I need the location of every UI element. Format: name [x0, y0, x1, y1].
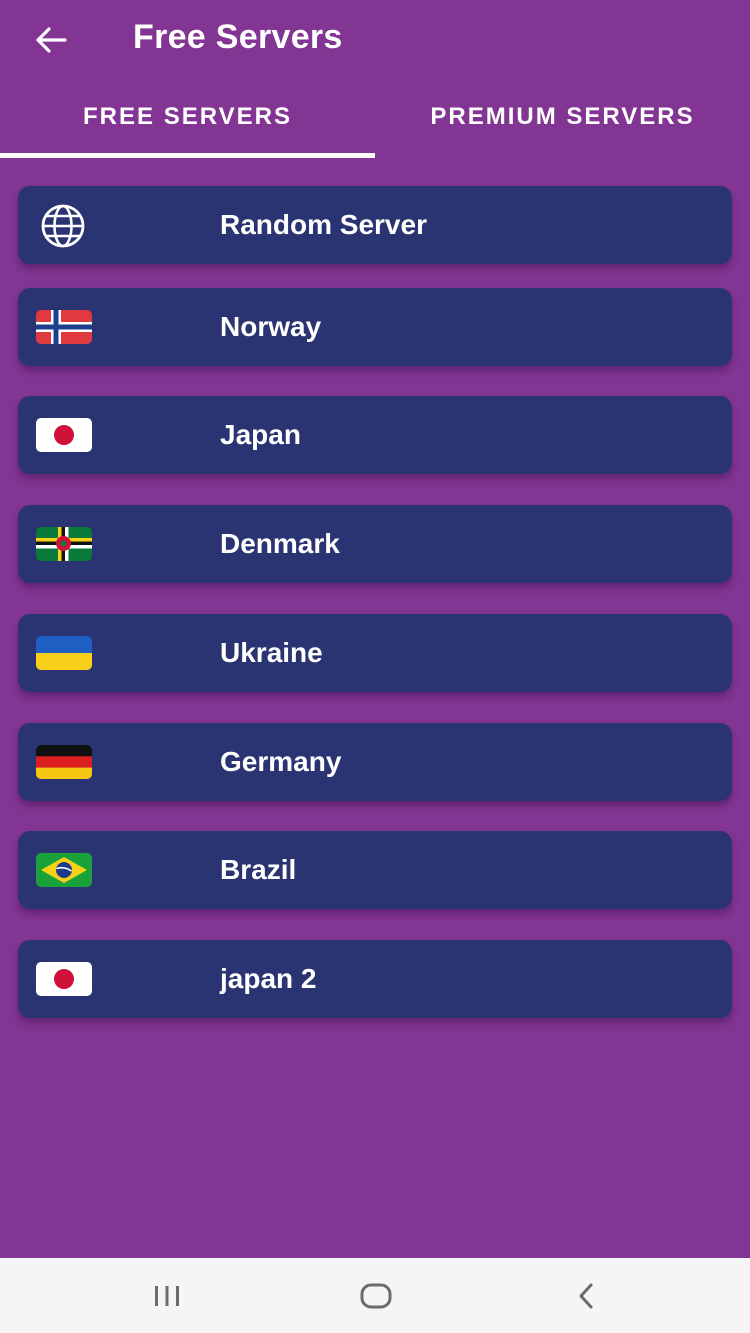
flag-germany-icon: [36, 745, 92, 779]
server-item-japan-2[interactable]: japan 2: [18, 940, 732, 1018]
server-name: Brazil: [220, 854, 297, 885]
flag-ukraine-icon: [36, 636, 92, 670]
server-name: Ukraine: [220, 637, 323, 668]
flag-japan-icon: [36, 962, 92, 996]
server-item-norway[interactable]: Norway: [18, 288, 732, 366]
back-chevron-icon: [579, 1283, 593, 1309]
arrow-left-icon: [36, 27, 67, 53]
server-item-japan[interactable]: Japan: [18, 396, 732, 474]
home-button[interactable]: [346, 1276, 406, 1316]
server-item-germany[interactable]: Germany: [18, 723, 732, 801]
server-item-ukraine[interactable]: Ukraine: [18, 614, 732, 692]
tab-premium-servers[interactable]: PREMIUM SERVERS: [375, 82, 750, 160]
flag-dominica-icon: [36, 527, 92, 561]
tab-indicator: [0, 153, 375, 158]
server-item-brazil[interactable]: Brazil: [18, 831, 732, 909]
server-name: japan 2: [220, 963, 317, 994]
recent-apps-button[interactable]: [137, 1276, 197, 1316]
recent-apps-icon: [155, 1286, 179, 1306]
flag-brazil-icon: [36, 853, 92, 887]
server-name: Germany: [220, 746, 342, 777]
server-name: Denmark: [220, 528, 340, 559]
back-button[interactable]: [28, 20, 74, 60]
tab-label: FREE SERVERS: [83, 103, 292, 130]
tab-free-servers[interactable]: FREE SERVERS: [0, 82, 375, 160]
tab-label: PREMIUM SERVERS: [430, 103, 695, 130]
home-icon: [360, 1283, 392, 1309]
page-title: Free Servers: [133, 18, 343, 56]
system-back-button[interactable]: [557, 1276, 617, 1316]
server-tabs: FREE SERVERS PREMIUM SERVERS: [0, 82, 750, 160]
globe-icon: [41, 204, 85, 248]
flag-japan-icon: [36, 418, 92, 452]
server-item-random[interactable]: Random Server: [18, 186, 732, 264]
system-nav-bar: [0, 1258, 750, 1333]
server-name: Random Server: [220, 209, 427, 240]
server-name: Norway: [220, 311, 322, 342]
flag-norway-icon: [36, 310, 92, 344]
server-item-denmark[interactable]: Denmark: [18, 505, 732, 583]
server-name: Japan: [220, 419, 301, 450]
app-bar: Free Servers: [0, 0, 750, 82]
